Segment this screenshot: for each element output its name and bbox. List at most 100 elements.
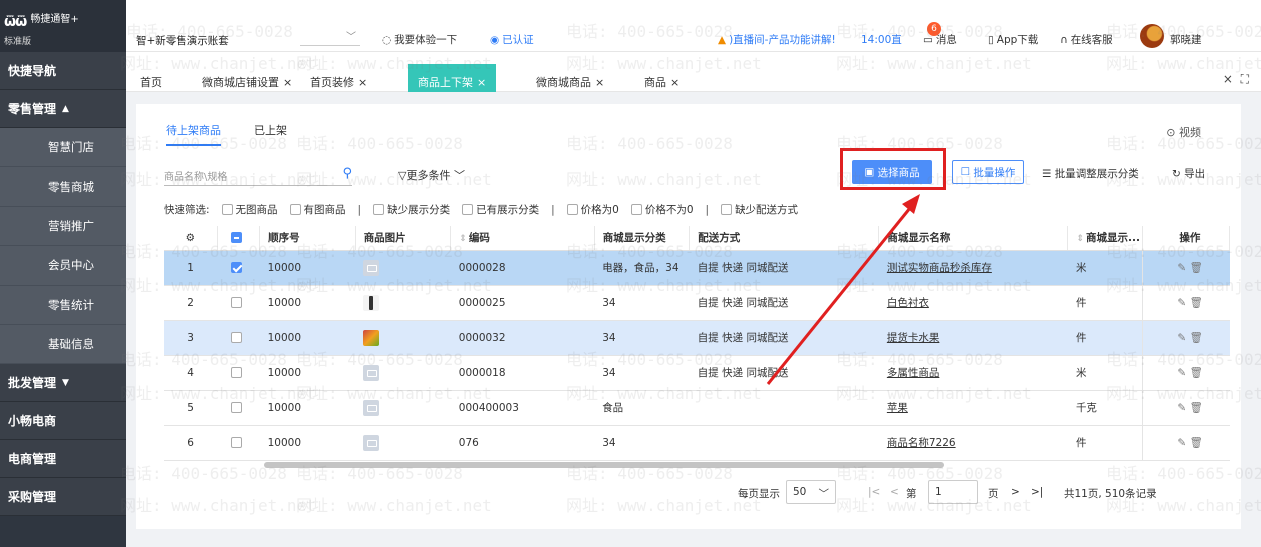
table-row[interactable]: 1 10000 0000028 电器，食品，34 自提 快递 同城配送 测试实物商品秒杀库… [164, 250, 1230, 286]
checkbox[interactable] [231, 261, 243, 273]
delete-icon[interactable]: 🗑 [1186, 332, 1203, 344]
close-icon[interactable]: × [283, 76, 292, 89]
more-conditions-button[interactable]: ▽更多条件 ﹀ [398, 167, 465, 183]
close-icon[interactable]: × [358, 76, 367, 89]
edit-icon[interactable]: ✎ [1177, 332, 1186, 344]
filter-price-nonzero[interactable]: 价格不为0 [630, 202, 694, 217]
delete-icon[interactable]: 🗑 [1186, 367, 1203, 379]
table-row[interactable]: 4 10000 0000018 34 自提 快递 同城配送 多属性商品米 ✎ 🗑 [164, 355, 1230, 391]
filter-has-category[interactable]: 已有展示分类 [462, 202, 539, 217]
per-page-select[interactable]: 50 ﹀ [786, 480, 836, 504]
filter-has-image[interactable]: 有图商品 [289, 202, 346, 217]
display-name-cell[interactable]: 测试实物商品秒杀库存 [878, 250, 1068, 286]
checkbox[interactable] [231, 401, 243, 413]
checkbox[interactable] [231, 436, 243, 448]
close-icon[interactable]: × [477, 76, 486, 89]
sidebar-item[interactable]: 零售统计 [0, 285, 126, 325]
checkbox[interactable] [231, 231, 243, 243]
display-name-cell[interactable]: 多属性商品 [878, 355, 1068, 391]
edit-icon[interactable]: ✎ [1177, 367, 1186, 379]
col-display-unit[interactable]: ⇕ 商城显示... [1067, 226, 1143, 251]
delete-icon[interactable]: 🗑 [1186, 297, 1203, 309]
checkbox[interactable] [630, 204, 642, 215]
edit-icon[interactable]: ✎ [1177, 262, 1186, 274]
delete-icon[interactable]: 🗑 [1186, 262, 1203, 274]
prev-page-icon[interactable]: < [890, 486, 899, 498]
row-checkbox-cell[interactable] [217, 250, 260, 286]
tab-item[interactable]: 商品上下架 × [408, 64, 497, 92]
next-page-icon[interactable]: > [1011, 486, 1020, 498]
export-button[interactable]: ↻ 导出 [1172, 166, 1205, 181]
display-name-cell[interactable]: 白色衬衣 [878, 285, 1068, 321]
table-row[interactable]: 5 10000 000400003 食品 苹果 千克 ✎ 🗑 [164, 390, 1230, 426]
page-input[interactable]: 1 [928, 480, 978, 504]
tab-item[interactable]: 首页 [140, 74, 162, 90]
sidebar-item[interactable]: 小畅电商 [0, 402, 126, 441]
search-icon[interactable]: ⚲ [342, 166, 352, 181]
messages-button[interactable]: ▭ 消息 6 [923, 22, 957, 47]
edit-icon[interactable]: ✎ [1177, 297, 1186, 309]
row-checkbox-cell[interactable] [217, 320, 260, 356]
last-page-icon[interactable]: >| [1031, 486, 1043, 498]
row-checkbox-cell[interactable] [217, 285, 260, 321]
checkbox[interactable] [289, 204, 301, 215]
edit-icon[interactable]: ✎ [1177, 437, 1186, 449]
horizontal-scrollbar[interactable] [264, 462, 944, 468]
tab-item[interactable]: 微商城商品 × [536, 74, 604, 90]
tab-on-shelf[interactable]: 已上架 [254, 122, 287, 138]
batch-category-button[interactable]: ☰ 批量调整展示分类 [1042, 166, 1139, 181]
sidebar-item[interactable]: 会员中心 [0, 246, 126, 286]
batch-operation-button[interactable]: ☐ 批量操作 [952, 160, 1024, 184]
delete-icon[interactable]: 🗑 [1186, 437, 1203, 449]
tab-item[interactable]: 首页装修 × [310, 74, 367, 90]
account-selector[interactable]: 智+新零售演示账套 [136, 33, 229, 48]
checkbox[interactable] [221, 204, 233, 215]
row-checkbox-cell[interactable] [217, 355, 260, 391]
select-all-checkbox[interactable] [217, 226, 261, 251]
col-seq[interactable]: 顺序号 [259, 226, 356, 251]
product-name-link[interactable]: 商品名称7226 [887, 437, 956, 449]
product-name-link[interactable]: 多属性商品 [887, 367, 940, 379]
online-service-button[interactable]: ∩ 在线客服 [1060, 32, 1113, 47]
delete-icon[interactable]: 🗑 [1186, 402, 1203, 414]
product-name-link[interactable]: 提货卡水果 [887, 332, 940, 344]
sidebar-item[interactable]: 智慧门店 [0, 128, 126, 168]
row-checkbox-cell[interactable] [217, 390, 260, 426]
sidebar-item[interactable]: 零售管理 ▲ [0, 90, 126, 128]
checkbox[interactable] [721, 204, 733, 215]
video-link[interactable]: ⊙ 视频 [1166, 124, 1201, 140]
tab-item[interactable]: 商品 × [644, 74, 679, 90]
app-download-button[interactable]: ▯ App下载 [988, 32, 1038, 47]
table-row[interactable]: 3 10000 0000032 34 自提 快递 同城配送 提货卡水果件 ✎ 🗑 [164, 320, 1230, 356]
edit-icon[interactable]: ✎ [1177, 402, 1186, 414]
column-settings-icon[interactable]: ⚙ [164, 226, 218, 251]
certified-badge[interactable]: ◉ 已认证 [490, 32, 534, 47]
tab-item[interactable]: 微商城店铺设置 × [202, 74, 292, 90]
checkbox[interactable] [462, 204, 474, 215]
filter-missing-category[interactable]: 缺少展示分类 [373, 202, 450, 217]
table-row[interactable]: 2 10000 0000025 34 自提 快递 同城配送 白色衬衣件 ✎ 🗑 [164, 285, 1230, 321]
col-code[interactable]: ⇕ 编码 [450, 226, 595, 251]
filter-missing-shipping[interactable]: 缺少配送方式 [721, 202, 798, 217]
account-dropdown[interactable]: ﹀ [300, 26, 360, 46]
checkbox[interactable] [231, 296, 243, 308]
checkbox[interactable] [231, 331, 243, 343]
filter-price-zero[interactable]: 价格为0 [566, 202, 619, 217]
close-all-tabs-icon[interactable]: × [1223, 72, 1233, 86]
product-name-link[interactable]: 白色衬衣 [887, 297, 929, 309]
close-icon[interactable]: × [595, 76, 604, 89]
avatar[interactable] [1140, 24, 1164, 48]
trial-link[interactable]: ◌ 我要体验一下 [382, 32, 457, 47]
checkbox[interactable] [231, 366, 243, 378]
fullscreen-icon[interactable]: ⛶ [1241, 72, 1249, 86]
sidebar-item[interactable]: 营销推广 [0, 206, 126, 247]
sidebar-item[interactable]: 基础信息 [0, 324, 126, 365]
product-name-link[interactable]: 苹果 [887, 402, 908, 414]
sidebar-item[interactable]: 批发管理 ▼ [0, 364, 126, 403]
display-name-cell[interactable]: 苹果 [878, 390, 1068, 426]
product-name-link[interactable]: 测试实物商品秒杀库存 [887, 262, 992, 274]
search-input[interactable]: 商品名称\规格 ⚲ [164, 166, 352, 186]
checkbox[interactable] [566, 204, 578, 215]
display-name-cell[interactable]: 提货卡水果 [878, 320, 1068, 356]
checkbox[interactable] [373, 204, 385, 215]
